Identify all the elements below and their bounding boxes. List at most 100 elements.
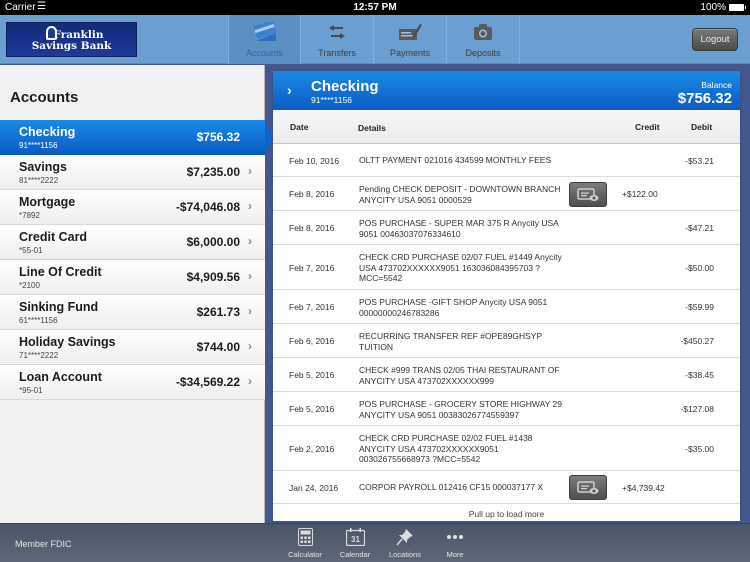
more-dots-icon (430, 528, 480, 546)
account-name: Savings (19, 160, 67, 174)
tool-calendar[interactable]: 31 Calendar (330, 524, 380, 562)
calendar-icon: 31 (330, 528, 380, 546)
account-name: Mortgage (19, 195, 76, 209)
account-balance: $744.00 (196, 340, 240, 354)
transaction-date: Feb 8, 2016 (289, 223, 335, 233)
tool-more[interactable]: More (430, 524, 480, 562)
tool-calculator[interactable]: Calculator (280, 524, 330, 562)
account-item-checking[interactable]: Checking 91****1156 $756.32 (0, 120, 273, 155)
credit-card-icon (229, 21, 300, 43)
column-debit[interactable]: Debit (691, 122, 712, 132)
bottom-tools: Calculator 31 Calendar Locations More (280, 524, 480, 562)
account-balance: -$74,046.08 (175, 200, 240, 214)
view-check-image-button[interactable] (569, 182, 607, 207)
chevron-right-icon: › (248, 339, 252, 353)
transaction-debit: -$59.99 (685, 302, 714, 312)
account-balance: $6,000.00 (186, 235, 240, 249)
account-number: 81****2222 (19, 176, 59, 185)
chevron-right-icon: › (248, 199, 252, 213)
check-image-icon (577, 187, 599, 201)
account-item-mortgage[interactable]: Mortgage *7892 -$74,046.08 › (0, 190, 265, 225)
transaction-row[interactable]: Feb 5, 2016 POS PURCHASE - GROCERY STORE … (273, 392, 740, 426)
transaction-date: Feb 6, 2016 (289, 336, 335, 346)
calendar-day: 31 (351, 535, 360, 544)
transaction-row[interactable]: Jan 24, 2016 CORPOR PAYROLL 012416 CF15 0… (273, 471, 740, 504)
account-number: *95-01 (19, 386, 43, 395)
transaction-row[interactable]: Feb 8, 2016 POS PURCHASE - SUPER MAR 375 … (273, 211, 740, 245)
transaction-row[interactable]: Feb 7, 2016 POS PURCHASE -GIFT SHOP Anyci… (273, 290, 740, 324)
logo-line2: Savings Bank (31, 40, 112, 52)
transaction-credit: +$122.00 (622, 189, 658, 199)
tab-deposits[interactable]: Deposits (447, 15, 520, 64)
account-number: *55-01 (19, 246, 43, 255)
transaction-debit: -$47.21 (685, 223, 714, 233)
transaction-credit: +$4,739.42 (622, 483, 665, 493)
main-tabs: Accounts Transfers Payments Deposits (228, 15, 520, 64)
transaction-row[interactable]: Feb 5, 2016 CHECK #999 TRANS 02/05 THAI R… (273, 358, 740, 392)
transaction-date: Feb 10, 2016 (289, 156, 340, 166)
check-image-icon (577, 480, 599, 494)
transaction-debit: -$127.08 (680, 404, 714, 414)
expand-chevron-icon[interactable]: › (287, 82, 292, 98)
transaction-date: Feb 8, 2016 (289, 189, 335, 199)
tool-locations[interactable]: Locations (380, 524, 430, 562)
transaction-details: CHECK #999 TRANS 02/05 THAI RESTAURANT O… (359, 365, 560, 386)
logo-emblem-icon (46, 26, 57, 40)
tab-payments[interactable]: Payments (374, 15, 447, 64)
column-details[interactable]: Details (358, 123, 386, 133)
account-balance: $756.32 (196, 130, 240, 144)
account-balance: $4,909.56 (186, 270, 240, 284)
chevron-right-icon: › (248, 234, 252, 248)
account-item-line-of-credit[interactable]: Line Of Credit *2100 $4,909.56 › (0, 260, 265, 295)
account-detail-panel: › Checking 91****1156 Balance $756.32 Da… (273, 71, 740, 521)
chevron-right-icon: › (248, 269, 252, 283)
fdic-notice: Member FDIC (15, 539, 72, 549)
column-date[interactable]: Date (290, 122, 308, 132)
account-name: Loan Account (19, 370, 102, 384)
tab-accounts[interactable]: Accounts (228, 15, 301, 64)
view-check-image-button[interactable] (569, 475, 607, 500)
tool-label: Calendar (339, 550, 371, 559)
account-item-holiday-savings[interactable]: Holiday Savings 71****2222 $744.00 › (0, 330, 265, 365)
transaction-date: Feb 7, 2016 (289, 302, 335, 312)
status-bar: Carrier ☰ 12:57 PM 100% (0, 0, 750, 15)
account-item-credit-card[interactable]: Credit Card *55-01 $6,000.00 › (0, 225, 265, 260)
clock: 12:57 PM (353, 2, 397, 13)
top-navigation: Franklin Savings Bank Accounts Transfers (0, 15, 750, 64)
transaction-row[interactable]: Feb 10, 2016 OLTT PAYMENT 021016 434599 M… (273, 144, 740, 177)
transaction-date: Feb 7, 2016 (289, 263, 335, 273)
transaction-row[interactable]: Feb 2, 2016 CHECK CRD PURCHASE 02/02 FUEL… (273, 426, 740, 471)
account-item-savings[interactable]: Savings 81****2222 $7,235.00 › (0, 155, 265, 190)
logout-button[interactable]: Logout (692, 28, 738, 51)
account-item-loan-account[interactable]: Loan Account *95-01 -$34,569.22 › (0, 365, 265, 400)
account-balance: -$34,569.22 (175, 375, 240, 389)
bank-logo[interactable]: Franklin Savings Bank (6, 22, 137, 57)
tab-label: Transfers (318, 48, 356, 58)
account-name: Credit Card (19, 230, 88, 244)
account-detail-title: Checking (311, 78, 379, 95)
chevron-right-icon: › (248, 304, 252, 318)
transaction-details: Pending CHECK DEPOSIT - DOWNTOWN BRANCH … (359, 184, 561, 205)
transaction-date: Feb 5, 2016 (289, 404, 335, 414)
transaction-details: POS PURCHASE -GIFT SHOP Anycity USA 9051… (359, 297, 548, 318)
column-credit[interactable]: Credit (635, 122, 660, 132)
account-list: Checking 91****1156 $756.32 Savings 81**… (0, 120, 273, 400)
account-number: 61****1156 (19, 316, 58, 325)
transactions-header: Date Details Credit Debit (273, 110, 740, 144)
account-number: 91****1156 (19, 141, 58, 150)
camera-icon (447, 21, 519, 43)
account-balance: $261.73 (196, 305, 240, 319)
pushpin-icon (380, 528, 430, 546)
transaction-row[interactable]: Feb 7, 2016 CHECK CRD PURCHASE 02/07 FUEL… (273, 245, 740, 290)
tab-transfers[interactable]: Transfers (301, 15, 374, 64)
load-more-hint: Pull up to load more (468, 509, 545, 519)
account-name: Holiday Savings (19, 335, 116, 349)
tool-label: More (446, 550, 464, 559)
transaction-row[interactable]: Feb 6, 2016 RECURRING TRANSFER REF #OPE89… (273, 324, 740, 358)
account-number: 71****2222 (19, 351, 59, 360)
account-item-sinking-fund[interactable]: Sinking Fund 61****1156 $261.73 › (0, 295, 265, 330)
battery-icon (729, 4, 746, 11)
account-name: Sinking Fund (19, 300, 99, 314)
transaction-row[interactable]: Feb 8, 2016 Pending CHECK DEPOSIT - DOWNT… (273, 177, 740, 211)
transaction-date: Feb 2, 2016 (289, 444, 335, 454)
